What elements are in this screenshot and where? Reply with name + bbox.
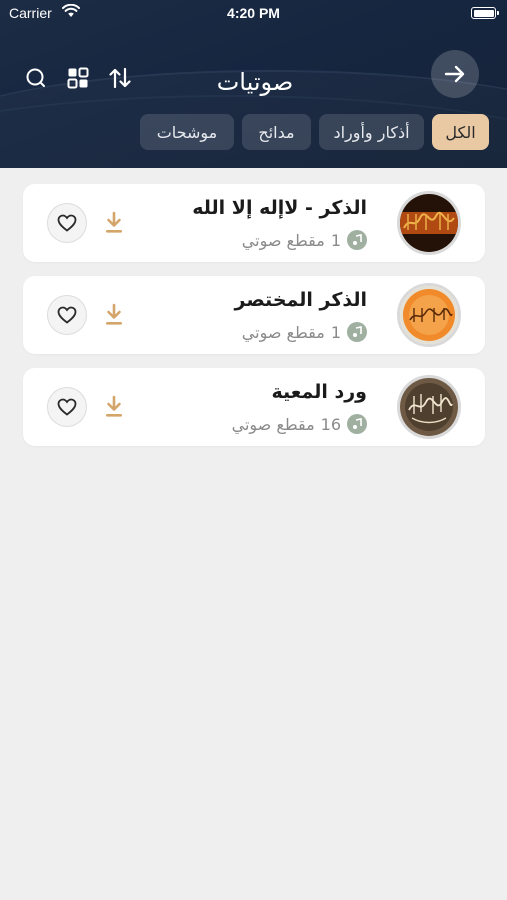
item-count: 1 [330,230,341,250]
item-thumbnail [397,375,461,439]
item-title: ورد المعية [271,381,367,403]
item-subtitle: 1 مقطع صوتي [242,230,367,250]
item-subtitle: 1 مقطع صوتي [242,322,367,342]
list-item[interactable]: الذكر المختصر 1 مقطع صوتي [23,276,485,354]
grid-view-icon [67,67,89,89]
tab-adhkar[interactable]: أذكار وأوراد [319,114,424,150]
tab-muwashahat[interactable]: موشحات [140,114,234,150]
grid-view-button[interactable] [66,66,90,90]
download-icon[interactable] [103,395,125,419]
heart-icon [57,214,77,232]
heart-icon [57,306,77,324]
download-icon[interactable] [103,211,125,235]
status-bar: Carrier 4:20 PM [0,0,507,28]
item-count-label: مقطع صوتي [241,230,325,250]
sort-icon [109,67,131,89]
item-count-label: مقطع صوتي [241,322,325,342]
back-button[interactable] [431,50,479,98]
battery-icon [471,7,499,19]
search-button[interactable] [24,66,48,90]
heart-icon [57,398,77,416]
tab-all[interactable]: الكل [432,114,489,150]
search-icon [26,68,45,87]
item-title: الذكر المختصر [234,289,367,311]
item-thumbnail [397,283,461,347]
item-title: الذكر - لاإله إلا الله [192,197,367,219]
music-note-icon [347,230,367,250]
favorite-button[interactable] [47,295,87,335]
item-count: 16 [320,414,341,434]
favorite-button[interactable] [47,387,87,427]
item-thumbnail [397,191,461,255]
item-count-label: مقطع صوتي [231,414,315,434]
music-note-icon [347,322,367,342]
page-title: صوتيات [216,68,294,96]
download-icon[interactable] [103,303,125,327]
list-item[interactable]: الذكر - لاإله إلا الله 1 مقطع صوتي [23,184,485,262]
back-arrow-icon [444,65,465,83]
sort-button[interactable] [108,66,132,90]
status-time: 4:20 PM [227,5,280,21]
music-note-icon [347,414,367,434]
list-item[interactable]: ورد المعية 16 مقطع صوتي [23,368,485,446]
item-subtitle: 16 مقطع صوتي [232,414,367,434]
item-count: 1 [330,322,341,342]
tab-madaih[interactable]: مدائح [242,114,311,150]
header: Carrier 4:20 PM صوتيات الكل أذكار وأوراد… [0,0,507,168]
favorite-button[interactable] [47,203,87,243]
